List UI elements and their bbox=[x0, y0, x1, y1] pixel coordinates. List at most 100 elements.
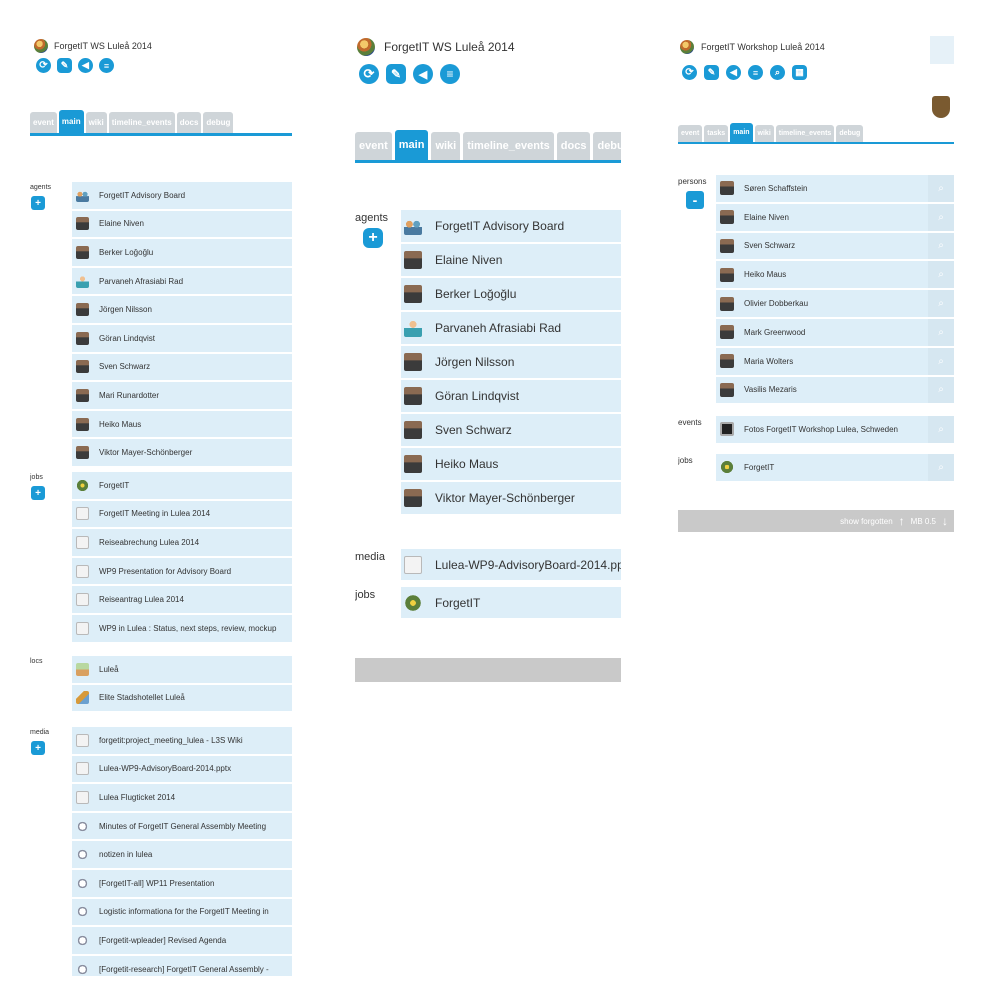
list-item[interactable]: Viktor Mayer-Schönberger bbox=[401, 482, 621, 514]
list-item[interactable]: Elaine Niven bbox=[401, 244, 621, 276]
list-item[interactable]: Sven Schwarz bbox=[72, 353, 292, 381]
list-item[interactable]: Sven Schwarz bbox=[401, 414, 621, 446]
tab-tasks[interactable]: tasks bbox=[704, 125, 729, 142]
list-item[interactable]: ForgetIT ⌕ bbox=[716, 454, 954, 481]
list-item[interactable]: ForgetIT Meeting in Lulea 2014 bbox=[72, 500, 292, 528]
tab-event[interactable]: event bbox=[355, 132, 392, 160]
list-item[interactable]: Heiko Maus ⌕ bbox=[716, 261, 954, 289]
tab-timeline-events[interactable]: timeline_events bbox=[463, 132, 554, 160]
megaphone-icon[interactable]: ◀ bbox=[726, 65, 741, 80]
list-item[interactable]: Sven Schwarz ⌕ bbox=[716, 232, 954, 260]
list-item[interactable]: Elite Stadshotellet Luleå bbox=[72, 684, 292, 712]
list-item[interactable]: Göran Lindqvist bbox=[72, 324, 292, 352]
add-button[interactable]: + bbox=[31, 741, 45, 755]
list-item[interactable]: Viktor Mayer-Schönberger bbox=[72, 439, 292, 466]
database-icon[interactable]: ≡ bbox=[99, 58, 114, 73]
list-item[interactable]: Jörgen Nilsson bbox=[401, 346, 621, 378]
list-item[interactable]: [ForgetIT-all] WP11 Presentation bbox=[72, 869, 292, 897]
database-icon[interactable]: ≡ bbox=[748, 65, 763, 80]
tab-wiki[interactable]: wiki bbox=[754, 125, 774, 142]
list-item[interactable]: Heiko Maus bbox=[401, 448, 621, 480]
search-icon[interactable]: ⌕ bbox=[928, 376, 954, 404]
search-icon[interactable]: ⌕ bbox=[928, 261, 954, 289]
arrow-up-icon[interactable]: ↑ bbox=[899, 514, 905, 528]
list-item[interactable]: ForgetIT bbox=[72, 472, 292, 499]
list-item[interactable]: Elaine Niven bbox=[72, 210, 292, 238]
list-item[interactable]: Mari Runardotter bbox=[72, 382, 292, 409]
search-icon[interactable]: ⌕ bbox=[770, 65, 785, 80]
tab-main[interactable]: main bbox=[730, 123, 753, 142]
shield-icon[interactable] bbox=[932, 96, 950, 118]
panel-footer: show forgotten ↑ MB 0.5 ↓ bbox=[678, 510, 954, 532]
search-icon[interactable]: ⌕ bbox=[928, 454, 954, 481]
search-icon[interactable]: ⌕ bbox=[928, 416, 954, 443]
list-item[interactable]: Fotos ForgetIT Workshop Lulea, Schweden ⌕ bbox=[716, 416, 954, 443]
list-item[interactable]: ForgetIT Advisory Board bbox=[401, 210, 621, 242]
list-item[interactable]: Berker Loğoğlu bbox=[401, 278, 621, 310]
tab-timeline-events[interactable]: timeline_events bbox=[108, 112, 175, 133]
megaphone-icon[interactable]: ◀ bbox=[413, 64, 433, 84]
list-item[interactable]: Reiseantrag Lulea 2014 bbox=[72, 586, 292, 613]
database-icon[interactable]: ≡ bbox=[440, 64, 460, 84]
list-item[interactable]: Vasilis Mezaris ⌕ bbox=[716, 376, 954, 404]
add-button[interactable]: + bbox=[31, 486, 45, 500]
search-icon[interactable]: ⌕ bbox=[928, 203, 954, 231]
list-item[interactable]: Lulea-WP9-AdvisoryBoard-2014.pptx bbox=[72, 755, 292, 783]
list-item[interactable]: [Forgetit-research] ForgetIT General Ass… bbox=[72, 955, 292, 976]
list-item[interactable]: Parvaneh Afrasiabi Rad bbox=[401, 312, 621, 344]
list-item[interactable]: Parvaneh Afrasiabi Rad bbox=[72, 267, 292, 295]
list-item[interactable]: Reiseabrechung Lulea 2014 bbox=[72, 529, 292, 556]
list-item[interactable]: Logistic informationa for the ForgetIT M… bbox=[72, 898, 292, 926]
list-item[interactable]: Heiko Maus bbox=[72, 410, 292, 438]
pencil-icon[interactable]: ✎ bbox=[386, 64, 406, 84]
refresh-icon[interactable]: ⟳ bbox=[359, 64, 379, 84]
add-button[interactable]: + bbox=[363, 228, 383, 248]
list-item[interactable]: ForgetIT bbox=[401, 587, 621, 618]
pencil-icon[interactable]: ✎ bbox=[704, 65, 719, 80]
search-icon[interactable]: ⌕ bbox=[928, 347, 954, 375]
list-item[interactable]: Jörgen Nilsson bbox=[72, 296, 292, 323]
tab-debug[interactable]: debug bbox=[203, 112, 234, 133]
collapse-button[interactable]: - bbox=[686, 191, 704, 209]
tab-docs[interactable]: docs bbox=[176, 112, 202, 133]
list-item[interactable]: Berker Loğoğlu bbox=[72, 239, 292, 266]
list-item[interactable]: notizen in lulea bbox=[72, 841, 292, 868]
add-button[interactable]: + bbox=[31, 196, 45, 210]
list-item[interactable]: Minutes of ForgetIT General Assembly Mee… bbox=[72, 812, 292, 840]
list-item[interactable]: Mark Greenwood ⌕ bbox=[716, 318, 954, 346]
list-item[interactable]: WP9 Presentation for Advisory Board bbox=[72, 557, 292, 585]
list-item[interactable]: Søren Schaffstein ⌕ bbox=[716, 175, 954, 202]
tab-event[interactable]: event bbox=[678, 125, 703, 142]
calculator-icon[interactable]: ▦ bbox=[792, 65, 807, 80]
search-icon[interactable]: ⌕ bbox=[928, 290, 954, 317]
list-item[interactable]: WP9 in Lulea : Status, next steps, revie… bbox=[72, 614, 292, 642]
tab-main[interactable]: main bbox=[58, 110, 84, 133]
tab-wiki[interactable]: wiki bbox=[85, 112, 107, 133]
tab-main[interactable]: main bbox=[394, 130, 429, 160]
list-item[interactable]: [Forgetit-wpleader] Revised Agenda bbox=[72, 927, 292, 954]
search-icon[interactable]: ⌕ bbox=[928, 318, 954, 346]
list-item[interactable]: Elaine Niven ⌕ bbox=[716, 203, 954, 231]
list-item[interactable]: Lulea-WP9-AdvisoryBoard-2014.pptx bbox=[401, 549, 621, 580]
search-icon[interactable]: ⌕ bbox=[928, 175, 954, 202]
list-item[interactable]: Olivier Dobberkau ⌕ bbox=[716, 290, 954, 317]
list-item[interactable]: Maria Wolters ⌕ bbox=[716, 347, 954, 375]
arrow-down-icon[interactable]: ↓ bbox=[942, 514, 948, 528]
tab-wiki[interactable]: wiki bbox=[431, 132, 461, 160]
list-item[interactable]: ForgetIT Advisory Board bbox=[72, 182, 292, 209]
show-forgotten-link[interactable]: show forgotten bbox=[840, 517, 892, 526]
tab-event[interactable]: event bbox=[30, 112, 57, 133]
list-item[interactable]: Luleå bbox=[72, 656, 292, 683]
refresh-icon[interactable]: ⟳ bbox=[36, 58, 51, 73]
tab-timeline-events[interactable]: timeline_events bbox=[775, 125, 835, 142]
list-item[interactable]: forgetit:project_meeting_lulea - L3S Wik… bbox=[72, 727, 292, 754]
list-item[interactable]: Göran Lindqvist bbox=[401, 380, 621, 412]
search-icon[interactable]: ⌕ bbox=[928, 232, 954, 260]
tab-debug[interactable]: debug bbox=[836, 125, 864, 142]
tab-docs[interactable]: docs bbox=[556, 132, 591, 160]
list-item[interactable]: Lulea Flugticket 2014 bbox=[72, 784, 292, 811]
tab-debug[interactable]: debug bbox=[593, 132, 621, 160]
refresh-icon[interactable]: ⟳ bbox=[682, 65, 697, 80]
megaphone-icon[interactable]: ◀ bbox=[78, 58, 93, 73]
pencil-icon[interactable]: ✎ bbox=[57, 58, 72, 73]
